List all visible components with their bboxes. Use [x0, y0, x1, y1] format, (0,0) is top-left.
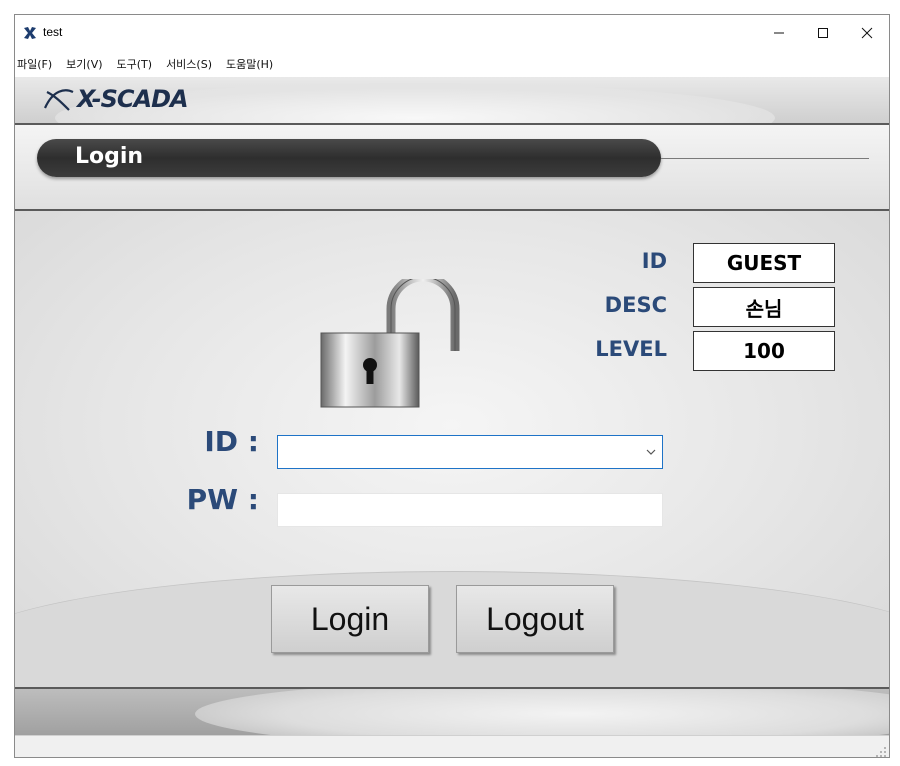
login-title-section: Login [15, 125, 889, 211]
background-arc [15, 571, 889, 687]
maximize-button[interactable] [801, 15, 845, 51]
resize-grip-icon[interactable] [875, 746, 887, 758]
close-button[interactable] [845, 15, 889, 51]
title-bar[interactable]: test [15, 15, 889, 51]
unlocked-padlock-icon [320, 279, 460, 408]
menu-help[interactable]: 도움말(H) [220, 56, 279, 72]
minimize-icon [774, 32, 784, 34]
close-icon [861, 27, 873, 39]
page-title: Login [75, 144, 144, 169]
info-desc-label: DESC [604, 293, 667, 317]
password-input[interactable] [277, 493, 663, 527]
info-desc-value: 손님 [693, 287, 835, 327]
window-title: test [43, 25, 63, 39]
menu-view[interactable]: 보기(V) [60, 56, 108, 72]
footer-swoosh [195, 689, 889, 737]
pw-field-label: PW : [186, 483, 259, 516]
info-id-label: ID [641, 249, 667, 273]
logo: X-SCADA [43, 83, 189, 115]
menu-service[interactable]: 서비스(S) [160, 56, 218, 72]
info-id-value: GUEST [693, 243, 835, 283]
menu-file[interactable]: 파일(F) [15, 56, 58, 72]
title-divider [661, 158, 869, 159]
logout-button[interactable]: Logout [456, 585, 614, 653]
logo-text: X-SCADA [77, 85, 189, 113]
login-panel: ID GUEST DESC 손님 LEVEL 100 ID: PW: Log… [15, 211, 889, 687]
status-bar [15, 735, 889, 758]
header-banner: X-SCADA [15, 77, 889, 125]
info-level-value: 100 [693, 331, 835, 371]
id-field-label: ID : [204, 425, 259, 458]
minimize-button[interactable] [757, 15, 801, 51]
login-button[interactable]: Login [271, 585, 429, 653]
footer-banner [15, 687, 889, 737]
title-pill: Login [37, 139, 661, 177]
info-level-label: LEVEL [595, 337, 667, 361]
logo-swirl-icon [43, 89, 74, 111]
app-x-icon [24, 27, 36, 39]
menu-bar: 파일(F) 보기(V) 도구(T) 서비스(S) 도움말(H) [15, 51, 889, 77]
menu-tools[interactable]: 도구(T) [111, 56, 159, 72]
maximize-icon [818, 28, 828, 38]
id-input[interactable] [280, 438, 634, 466]
chevron-down-icon[interactable] [646, 447, 656, 457]
app-window: test 파일(F) 보기(V) 도구(T) 서비스(S) 도움말(H) X-S… [14, 14, 890, 758]
id-combobox[interactable] [277, 435, 663, 469]
